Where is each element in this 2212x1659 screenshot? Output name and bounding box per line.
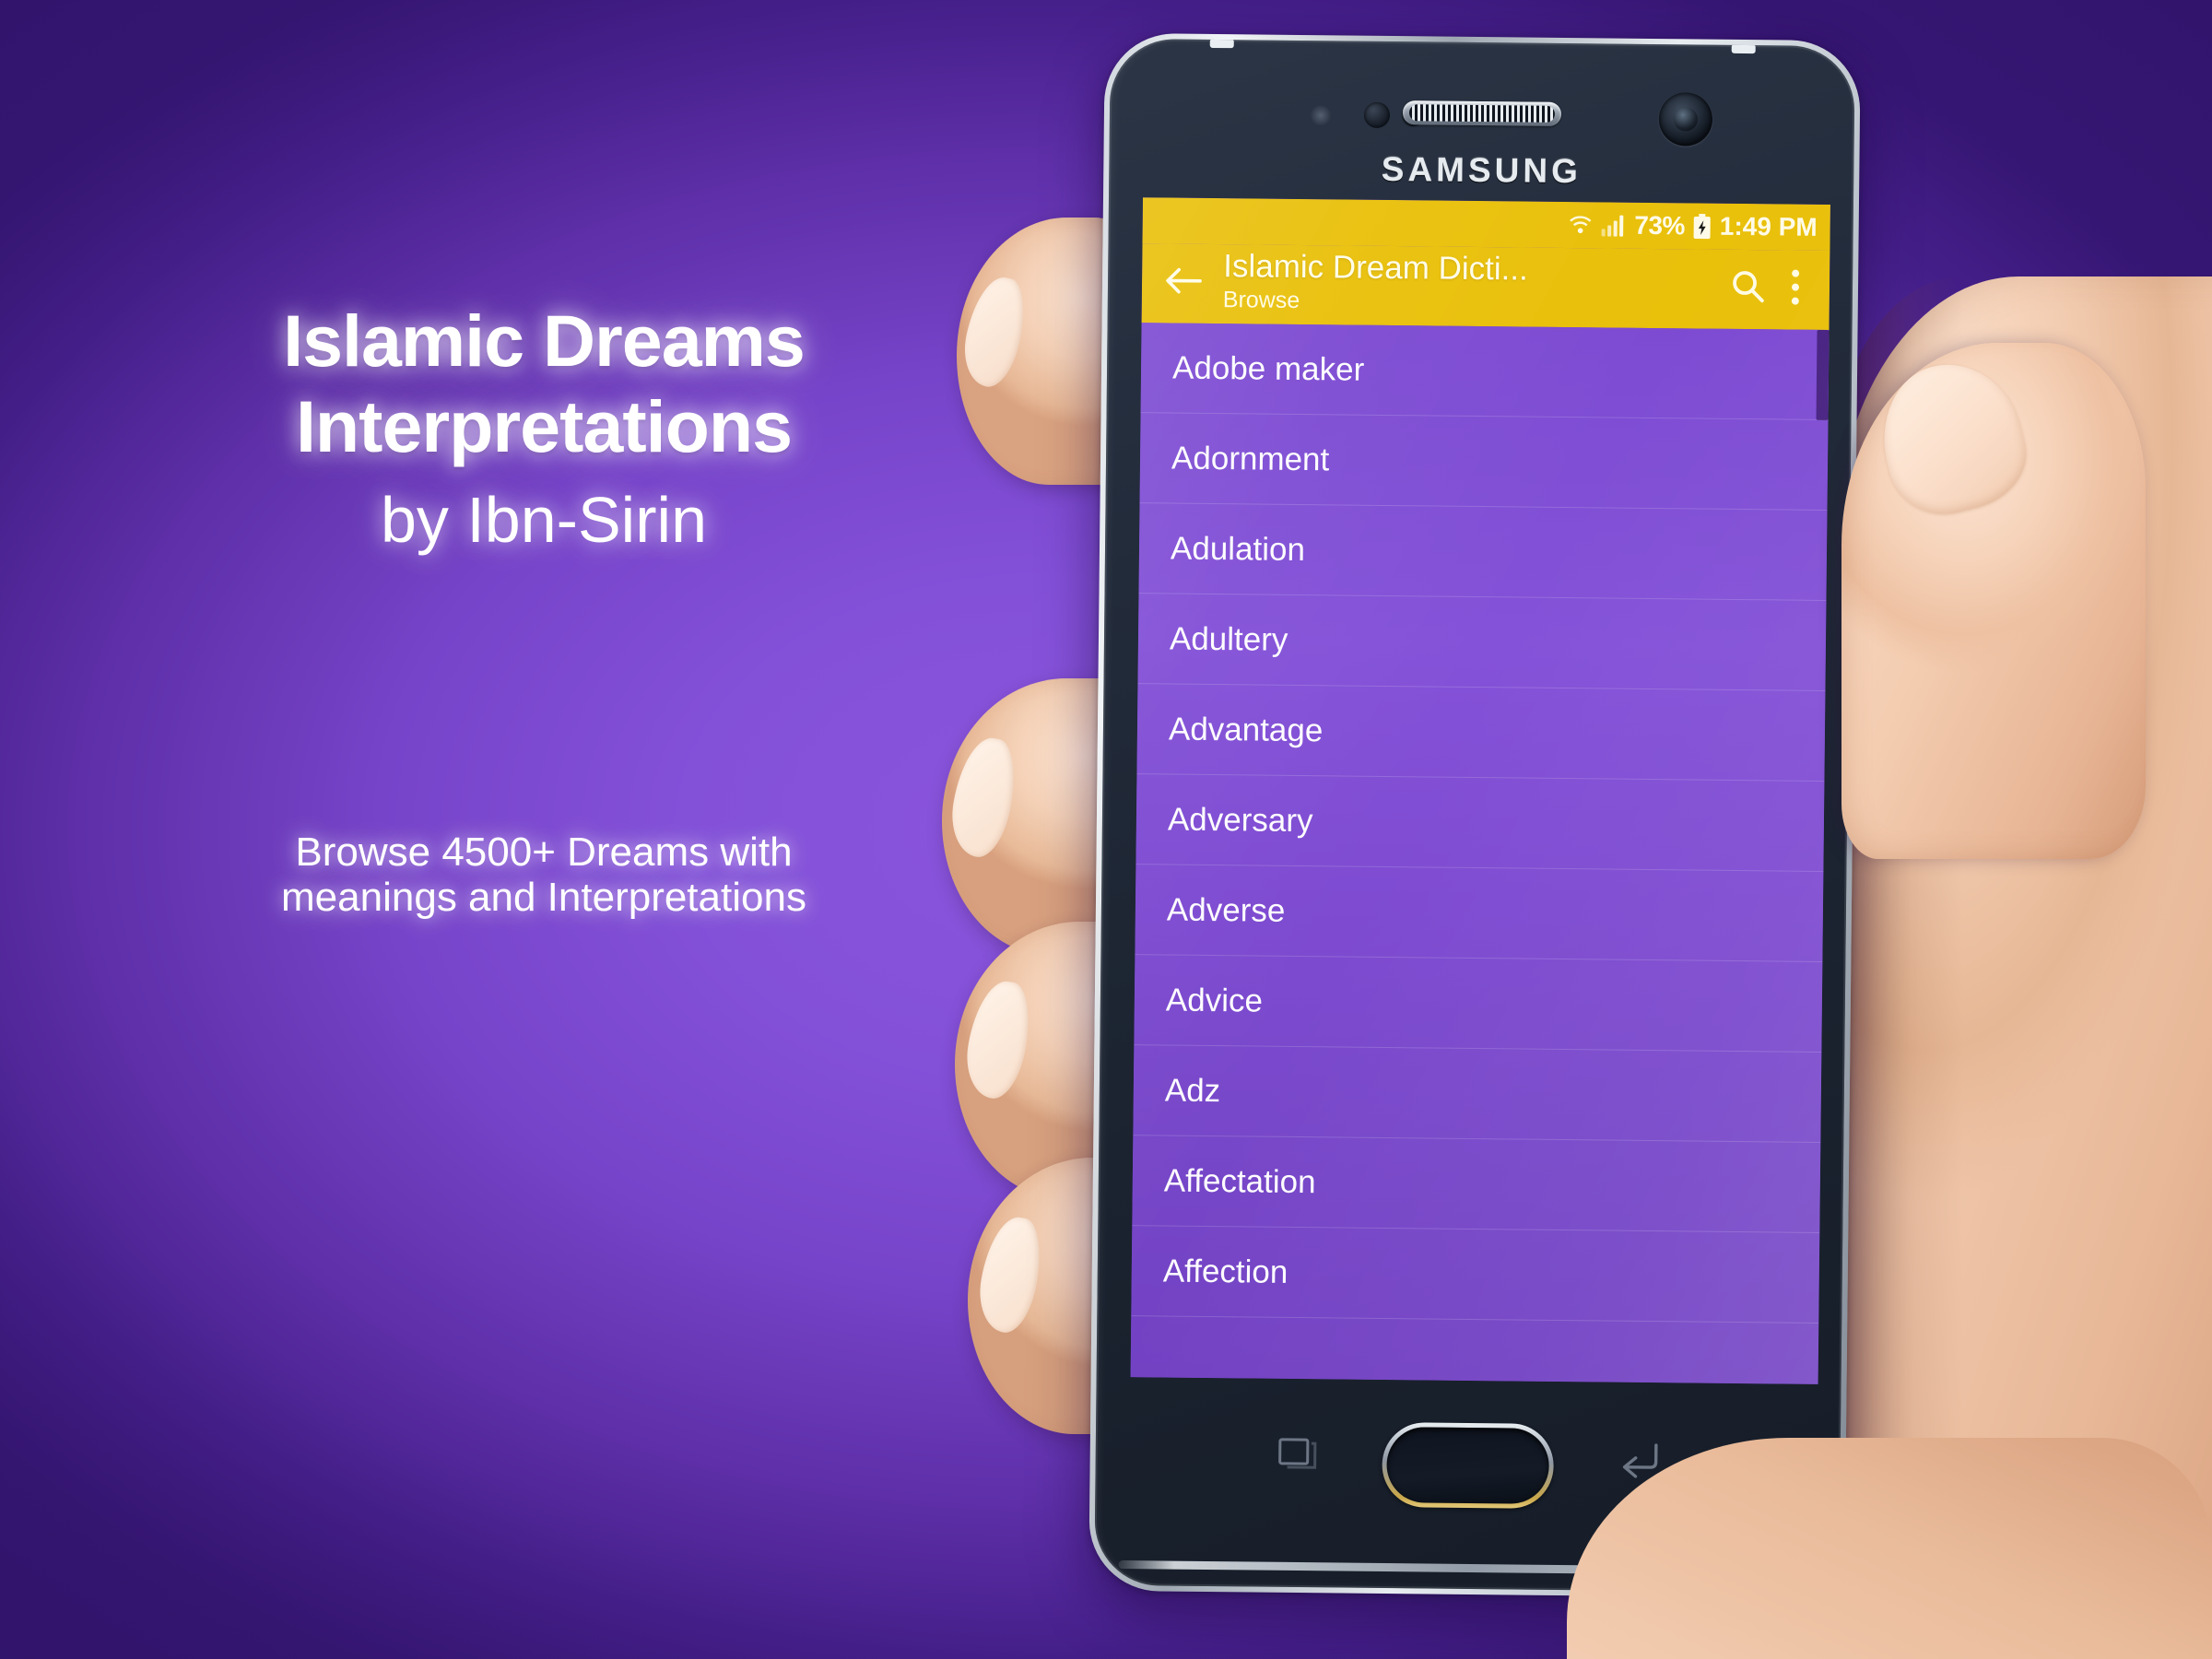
list-item-label: Adverse [1166,891,1286,929]
list-item-label: Adz [1164,1071,1221,1109]
app-toolbar: Islamic Dream Dicti... Browse [1141,243,1830,330]
recents-button[interactable] [1272,1427,1324,1479]
page-title: Islamic Dreams Interpretations [0,304,1088,463]
more-dot [1792,269,1800,277]
list-item-label: Affectation [1163,1161,1316,1200]
promo-copy-block: Islamic Dreams Interpretations by Ibn-Si… [0,304,1088,557]
subcopy-line-1: Browse 4500+ Dreams with [295,830,793,875]
search-button[interactable] [1721,260,1775,314]
hand-palm-heel [1567,1438,2212,1659]
dream-term-list[interactable]: Adobe maker Adornment Adulation Adultery Adv… [1130,323,1830,1384]
phone-body: SAMSUNG 73% 1:49 PM Islamic Dream Dicti.… [1094,38,1855,1594]
home-button-surface [1386,1427,1550,1504]
promo-byline: by Ibn-Sirin [380,484,708,556]
list-item[interactable]: Adultery [1137,594,1827,691]
frame-notch-left [1209,38,1234,49]
battery-charging-icon [1693,213,1712,240]
proximity-sensor-icon [1363,101,1391,128]
list-item-label: Adulation [1170,530,1306,568]
wifi-icon [1568,213,1592,237]
list-scrollbar-thumb[interactable] [1816,329,1830,420]
status-bar-clock: 1:49 PM [1719,211,1818,241]
list-item[interactable]: Affectation [1132,1135,1821,1233]
status-bar: 73% 1:49 PM [1142,197,1830,252]
list-item[interactable]: Adobe maker [1140,323,1830,420]
overflow-menu-button[interactable] [1774,260,1818,313]
list-item-label: Adultery [1169,620,1288,658]
list-item[interactable]: Advantage [1136,684,1826,782]
back-button[interactable] [1155,252,1213,310]
list-item[interactable]: Adversary [1135,774,1825,872]
more-dot [1791,297,1799,305]
speaker-grill [1408,104,1556,123]
list-item[interactable]: Advice [1134,955,1823,1053]
more-dot [1791,283,1800,291]
samsung-logo: SAMSUNG [1381,149,1583,191]
phone-device: SAMSUNG 73% 1:49 PM Islamic Dream Dicti.… [1088,32,1861,1599]
arrow-left-icon [1166,267,1202,294]
app-subtitle: Browse [1222,287,1300,313]
earpiece-speaker-icon [1402,100,1562,126]
list-item-label: Advantage [1168,711,1324,748]
list-item[interactable]: Affection [1131,1226,1820,1324]
more-vertical-icon [1791,269,1800,305]
front-camera-icon [1658,92,1713,147]
toolbar-title-block: Islamic Dream Dicti... Browse [1212,249,1722,319]
home-button[interactable] [1382,1421,1555,1509]
frame-notch-right [1731,43,1756,54]
subcopy-line-2: meanings and Interpretations [281,875,806,921]
headline-line-2: Interpretations [295,385,793,467]
headline-line-1: Islamic Dreams [283,300,806,382]
phone-screen: 73% 1:49 PM Islamic Dream Dicti... Brows… [1130,197,1830,1384]
recents-icon [1278,1438,1317,1469]
battery-percent-label: 73% [1634,210,1686,241]
front-camera-lens [1673,107,1699,132]
search-icon [1733,271,1764,303]
list-item-label: Advice [1165,982,1264,1019]
list-item[interactable]: Adornment [1139,413,1829,511]
list-item[interactable]: Adulation [1138,503,1828,601]
list-item-label: Adornment [1171,440,1330,477]
list-item-label: Adobe maker [1171,349,1365,388]
app-title: Islamic Dream Dicti... [1223,249,1529,288]
list-item[interactable]: Adverse [1135,865,1824,962]
notification-led-icon [1310,105,1332,126]
promo-subcopy: Browse 4500+ Dreams with meanings and In… [0,830,1088,921]
signal-bars-icon [1600,213,1626,237]
list-item-label: Affection [1162,1252,1288,1290]
list-item-label: Adversary [1167,801,1313,839]
list-item[interactable]: Adz [1133,1045,1822,1143]
